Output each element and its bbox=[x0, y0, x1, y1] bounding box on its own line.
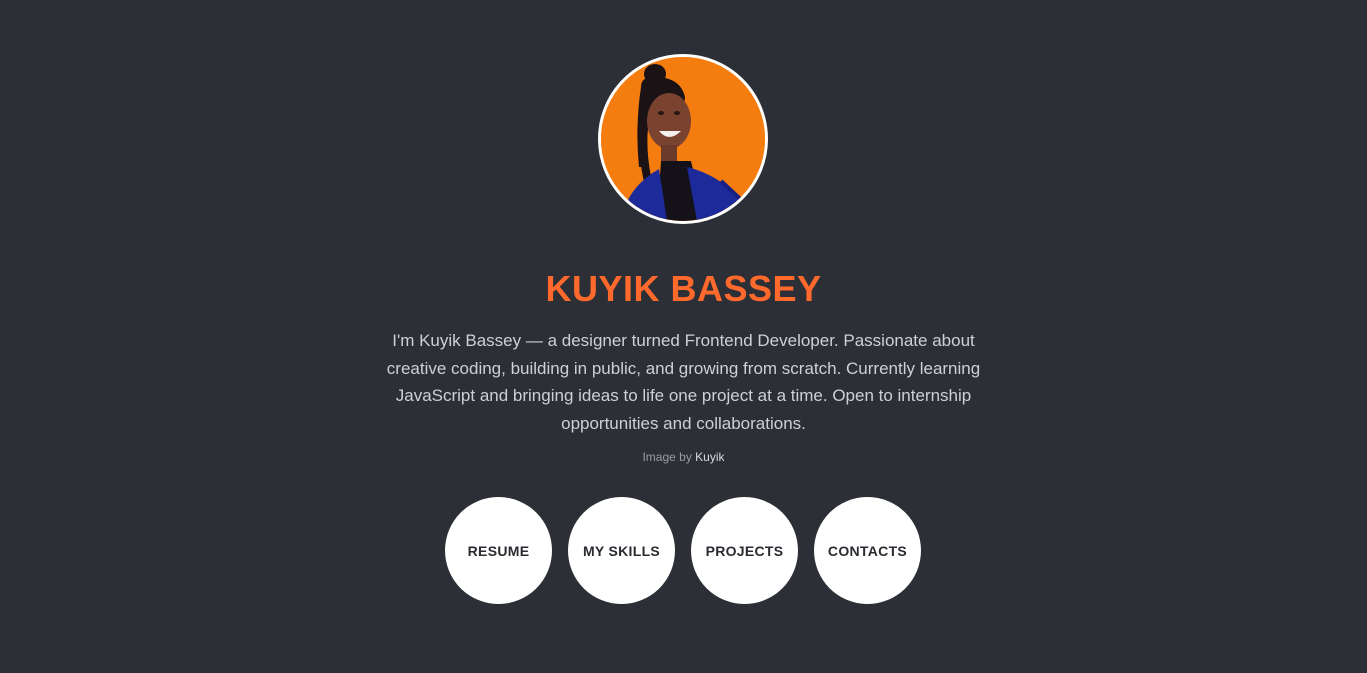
contacts-button[interactable]: CONTACTS bbox=[814, 497, 921, 604]
my-skills-button[interactable]: MY SKILLS bbox=[568, 497, 675, 604]
profile-bio: I'm Kuyik Bassey — a designer turned Fro… bbox=[386, 331, 981, 433]
main-nav: RESUME MY SKILLS PROJECTS CONTACTS bbox=[445, 497, 921, 604]
image-credit: Image by Kuyik bbox=[0, 450, 1367, 464]
resume-button[interactable]: RESUME bbox=[445, 497, 552, 604]
profile-photo bbox=[601, 57, 765, 221]
profile-name: KUYIK BASSEY bbox=[545, 268, 822, 309]
profile-avatar bbox=[598, 54, 768, 224]
profile-page: KUYIK BASSEY I'm Kuyik Bassey — a design… bbox=[0, 0, 1367, 673]
image-credit-prefix: Image by bbox=[642, 450, 692, 464]
image-credit-author[interactable]: Kuyik bbox=[695, 450, 724, 464]
projects-button[interactable]: PROJECTS bbox=[691, 497, 798, 604]
